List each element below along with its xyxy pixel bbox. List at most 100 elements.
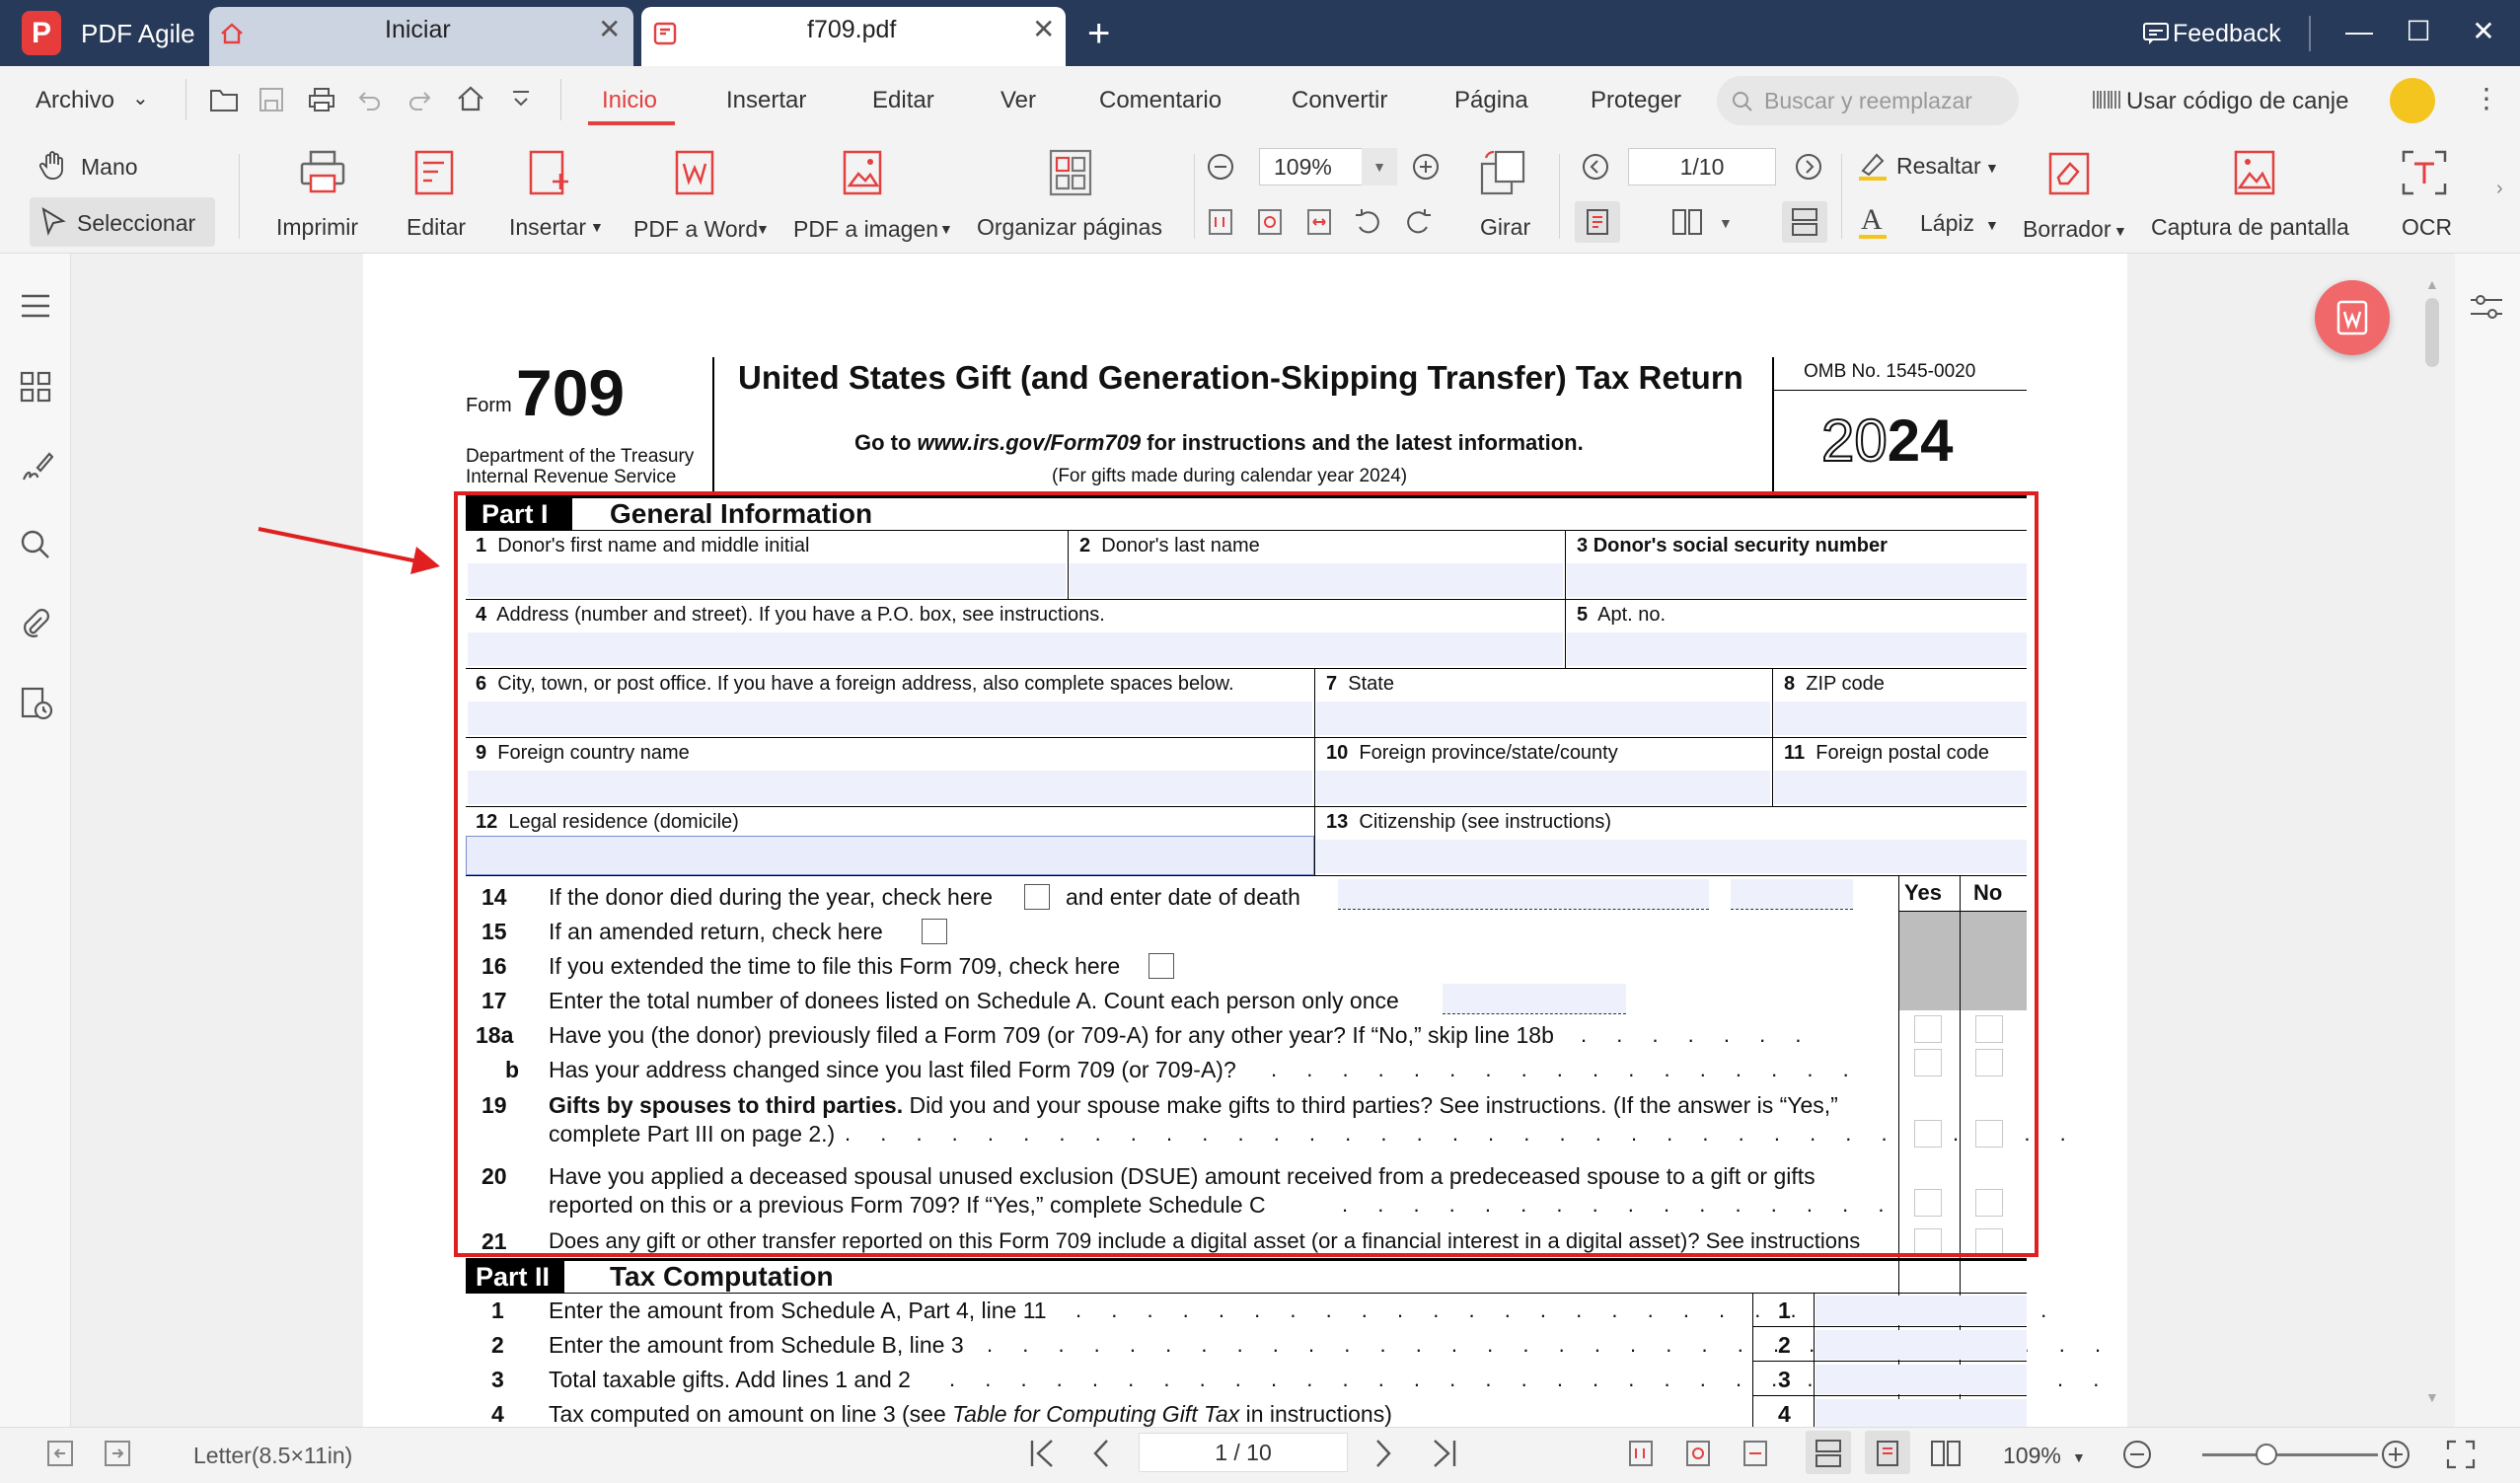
maximize-button[interactable]: ☐ — [2394, 12, 2443, 51]
two-page-icon[interactable] — [1671, 207, 1703, 237]
zoom-out-icon[interactable] — [1206, 152, 1235, 182]
p2-line-4-input[interactable] — [1816, 1399, 2027, 1427]
zoom-slider-thumb[interactable] — [2256, 1444, 2277, 1465]
tab-label: Iniciar — [385, 16, 451, 43]
zoom-slider-track[interactable] — [2202, 1453, 2378, 1456]
close-window-button[interactable]: ✕ — [2459, 12, 2508, 51]
p2-line-3-input[interactable] — [1816, 1365, 2027, 1394]
organize-pages-icon[interactable] — [1048, 148, 1093, 197]
insert-page-icon[interactable] — [527, 148, 572, 197]
customize-icon[interactable] — [511, 89, 531, 111]
new-tab-button[interactable]: + — [1087, 12, 1110, 55]
history-icon[interactable] — [20, 687, 53, 720]
home-icon — [219, 21, 245, 46]
last-page-icon[interactable] — [1429, 1437, 1460, 1470]
menu-archivo[interactable]: Archivo — [36, 85, 114, 116]
menu-insertar[interactable]: Insertar — [726, 85, 806, 116]
p2-line-1-input[interactable] — [1816, 1296, 2027, 1325]
avatar[interactable] — [2390, 78, 2435, 123]
ocr-button[interactable]: OCR — [2402, 212, 2452, 242]
pdf-to-image-icon[interactable] — [841, 148, 886, 197]
close-icon[interactable]: ✕ — [598, 14, 621, 45]
next-view-icon[interactable] — [103, 1439, 132, 1468]
fit-page-icon[interactable] — [1683, 1439, 1713, 1468]
search-icon[interactable] — [20, 529, 51, 560]
actual-size-icon[interactable] — [1206, 207, 1235, 237]
edit-button[interactable]: Editar — [407, 212, 466, 242]
two-page-icon[interactable] — [1930, 1439, 1962, 1468]
rotate-left-icon[interactable] — [1354, 207, 1383, 237]
open-folder-icon[interactable] — [209, 87, 239, 112]
menu-ver[interactable]: Ver — [1001, 85, 1036, 116]
close-icon[interactable]: ✕ — [1032, 14, 1055, 45]
fit-width-icon[interactable] — [1741, 1439, 1770, 1468]
menu-pagina[interactable]: Página — [1454, 85, 1528, 116]
pdf-to-word-button[interactable]: PDF a Word — [633, 214, 758, 244]
page-number-input[interactable]: 1/10 — [1628, 148, 1776, 185]
home-icon[interactable] — [456, 85, 485, 112]
scroll-up-icon[interactable]: ▲ — [2425, 276, 2439, 292]
menu-inicio[interactable]: Inicio — [602, 85, 657, 116]
next-page-icon[interactable] — [1371, 1437, 1395, 1470]
fullscreen-icon[interactable] — [2445, 1439, 2477, 1470]
settings-sliders-icon[interactable] — [2469, 292, 2504, 322]
redeem-code-button[interactable]: Usar código de canje — [2126, 86, 2348, 117]
edit-icon[interactable] — [412, 148, 458, 197]
zoom-in-icon[interactable] — [1411, 152, 1441, 182]
pdf-to-word-icon[interactable] — [673, 148, 718, 197]
page-indicator-input[interactable]: 1 / 10 — [1139, 1433, 1348, 1472]
menu-convertir[interactable]: Convertir — [1292, 85, 1387, 116]
organize-pages-button[interactable]: Organizar páginas — [977, 212, 1162, 242]
prev-page-icon[interactable] — [1089, 1437, 1113, 1470]
thumbnails-icon[interactable] — [20, 371, 51, 403]
caret-icon: ▼ — [1985, 160, 1999, 176]
p2-line-2-input[interactable] — [1816, 1330, 2027, 1360]
rotate-right-icon[interactable] — [1403, 207, 1433, 237]
eraser-button[interactable]: Borrador — [2023, 214, 2111, 244]
chevron-right-icon[interactable]: › — [2496, 178, 2503, 200]
chevron-down-icon[interactable]: ⌄ — [132, 83, 149, 114]
caret-icon[interactable]: ▼ — [2072, 1443, 2086, 1472]
hand-tool[interactable]: Mano — [81, 152, 138, 182]
zoom-in-icon[interactable] — [2380, 1439, 2411, 1470]
caret-icon[interactable]: ▼ — [1719, 215, 1733, 231]
search-input[interactable]: Buscar y reemplazar — [1717, 76, 2019, 125]
zoom-out-icon[interactable] — [2121, 1439, 2153, 1470]
print-icon[interactable] — [308, 87, 335, 112]
next-page-icon[interactable] — [1794, 152, 1823, 182]
fit-page-icon[interactable] — [1255, 207, 1285, 237]
highlight-button[interactable]: Resaltar — [1896, 151, 1981, 181]
fit-width-icon[interactable] — [1304, 207, 1334, 237]
rotate-button[interactable]: Girar — [1480, 212, 1530, 242]
prev-page-icon[interactable] — [1581, 152, 1610, 182]
menu-editar[interactable]: Editar — [872, 85, 934, 116]
menu-comentario[interactable]: Comentario — [1099, 85, 1222, 116]
more-icon[interactable]: ⋮ — [2473, 83, 2500, 114]
screenshot-icon[interactable] — [2232, 148, 2277, 197]
attachment-icon[interactable] — [20, 608, 51, 639]
rotate-page-icon[interactable] — [1478, 148, 1527, 197]
feedback-button[interactable]: Feedback — [2173, 18, 2281, 49]
menu-proteger[interactable]: Proteger — [1591, 85, 1681, 116]
eraser-icon[interactable] — [2046, 150, 2092, 197]
menu-icon[interactable] — [20, 292, 51, 320]
insert-button[interactable]: Insertar — [509, 212, 586, 242]
print-button[interactable]: Imprimir — [276, 212, 358, 242]
actual-size-icon[interactable] — [1626, 1439, 1656, 1468]
save-icon[interactable] — [259, 87, 284, 112]
signature-icon[interactable] — [20, 450, 53, 483]
zoom-level[interactable]: 109% — [2003, 1441, 2061, 1470]
scroll-down-icon[interactable]: ▼ — [2425, 1389, 2439, 1405]
first-page-icon[interactable] — [1026, 1437, 1058, 1470]
scrollbar-thumb[interactable] — [2425, 298, 2439, 367]
ocr-icon[interactable] — [2400, 148, 2449, 197]
pdf-to-image-button[interactable]: PDF a imagen — [793, 214, 938, 244]
print-icon[interactable] — [298, 148, 347, 197]
prev-view-icon[interactable] — [45, 1439, 75, 1468]
redo-icon[interactable] — [407, 87, 432, 112]
chevron-down-icon[interactable]: ▼ — [1362, 148, 1397, 185]
minimize-button[interactable]: — — [2335, 12, 2384, 51]
undo-icon[interactable] — [357, 87, 383, 112]
screenshot-button[interactable]: Captura de pantalla — [2151, 212, 2349, 242]
pencil-button[interactable]: Lápiz — [1920, 208, 1974, 238]
